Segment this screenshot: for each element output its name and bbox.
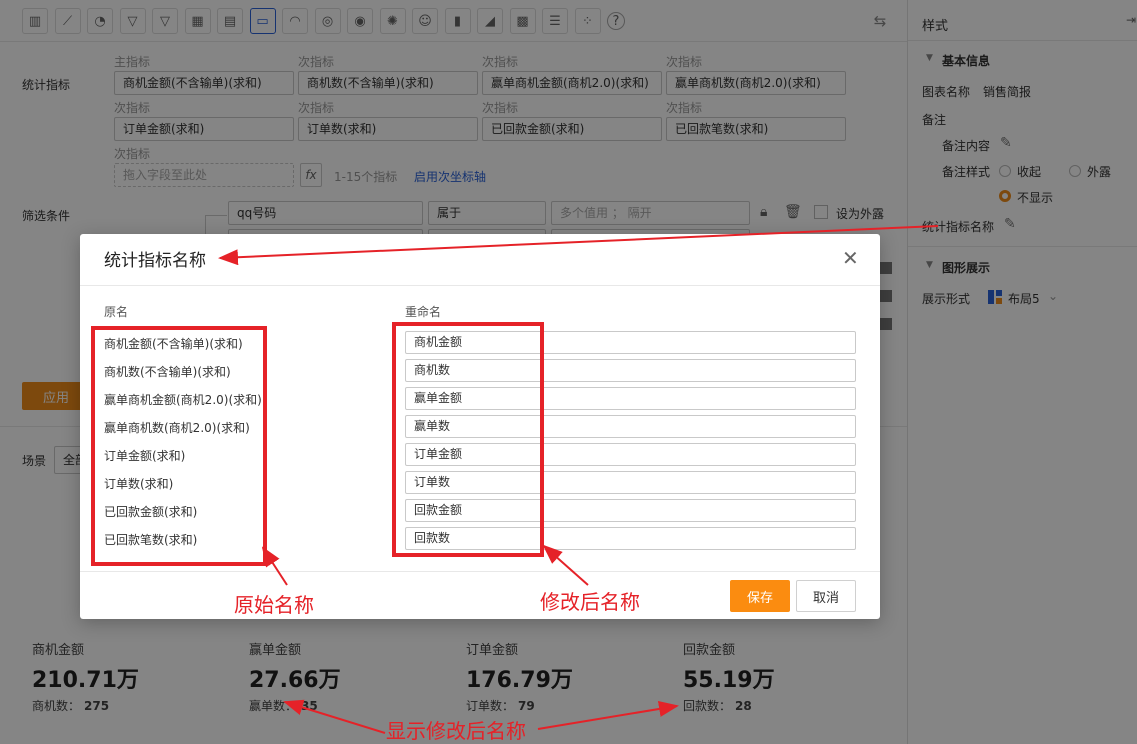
divider: [80, 285, 880, 286]
rename-header: 重命名: [405, 305, 442, 319]
annotation-display-label: 显示修改后名称: [386, 719, 526, 743]
save-button[interactable]: 保存: [730, 580, 790, 612]
dialog-title: 统计指标名称: [104, 251, 206, 271]
annotation-original-label: 原始名称: [234, 593, 314, 617]
annotation-box-renamed: [392, 322, 544, 557]
close-icon[interactable]: ✕: [842, 246, 859, 270]
annotation-box-original: [91, 326, 267, 566]
cancel-button[interactable]: 取消: [796, 580, 856, 612]
divider: [80, 571, 880, 572]
annotation-renamed-label: 修改后名称: [540, 590, 640, 614]
original-name-header: 原名: [104, 305, 129, 319]
